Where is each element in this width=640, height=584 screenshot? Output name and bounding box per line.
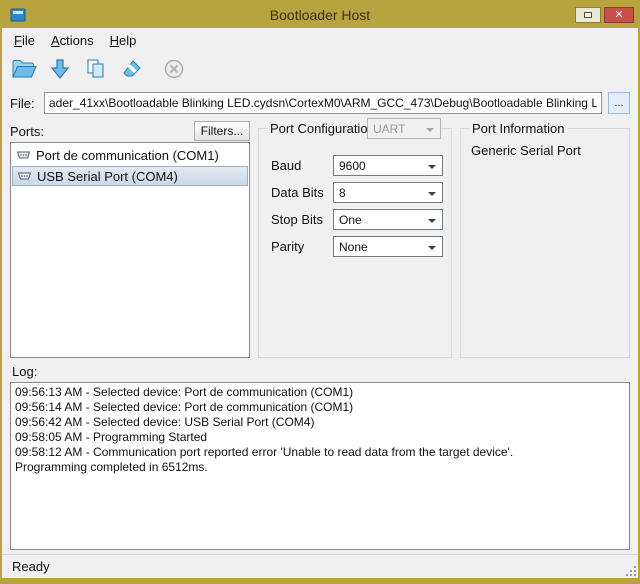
- ports-panel: Ports: Filters... Port de communication …: [10, 120, 250, 358]
- abort-button: [158, 55, 190, 87]
- ports-list[interactable]: Port de communication (COM1) USB Serial …: [10, 142, 250, 358]
- browse-button[interactable]: ...: [608, 92, 630, 114]
- verify-button[interactable]: [80, 55, 112, 87]
- protocol-select: UART: [367, 118, 441, 139]
- serial-port-icon: [16, 149, 31, 161]
- log-output[interactable]: 09:56:13 AM - Selected device: Port de c…: [10, 382, 630, 550]
- log-line: 09:58:12 AM - Communication port reporte…: [15, 445, 625, 460]
- abort-icon: [163, 58, 185, 85]
- log-line: 09:56:13 AM - Selected device: Port de c…: [15, 385, 625, 400]
- minimize-icon: [584, 12, 592, 18]
- stop-bits-label: Stop Bits: [271, 212, 333, 227]
- port-configuration-title: Port Configuration: [267, 121, 378, 136]
- file-label: File:: [10, 96, 38, 111]
- minimize-button[interactable]: [575, 7, 601, 23]
- stop-bits-select[interactable]: One: [333, 209, 443, 230]
- erase-button[interactable]: [116, 55, 148, 87]
- menu-help[interactable]: Help: [102, 30, 145, 51]
- menu-file[interactable]: File: [6, 30, 43, 51]
- parity-select[interactable]: None: [333, 236, 443, 257]
- copy-pages-icon: [85, 58, 107, 85]
- status-bar: Ready: [2, 554, 638, 578]
- open-file-button[interactable]: [8, 55, 40, 87]
- ports-label: Ports:: [10, 124, 44, 139]
- baud-select[interactable]: 9600: [333, 155, 443, 176]
- menu-actions[interactable]: Actions: [43, 30, 102, 51]
- serial-port-icon: [17, 170, 32, 182]
- parity-label: Parity: [271, 239, 333, 254]
- baud-label: Baud: [271, 158, 333, 173]
- window-title: Bootloader Host: [2, 7, 638, 23]
- bootloader-host-window: Bootloader Host ✕ File Actions Help: [0, 0, 640, 584]
- port-information-title: Port Information: [469, 121, 568, 136]
- file-row: File: ...: [10, 92, 630, 114]
- log-label: Log:: [12, 364, 638, 379]
- open-folder-icon: [11, 58, 37, 85]
- resize-grip-icon[interactable]: [625, 565, 637, 577]
- port-configuration-group: Port Configuration UART Baud 9600 Data B…: [258, 128, 452, 358]
- port-item-label: USB Serial Port (COM4): [37, 169, 178, 184]
- status-text: Ready: [12, 559, 50, 574]
- port-information-group: Port Information Generic Serial Port: [460, 128, 630, 358]
- log-line: Programming completed in 6512ms.: [15, 460, 625, 475]
- data-bits-select[interactable]: 8: [333, 182, 443, 203]
- eraser-icon: [121, 58, 143, 85]
- toolbar: [2, 52, 638, 90]
- list-item-port-com4-selected[interactable]: USB Serial Port (COM4): [12, 166, 248, 186]
- data-bits-label: Data Bits: [271, 185, 333, 200]
- list-item-port-com1[interactable]: Port de communication (COM1): [12, 145, 248, 165]
- menu-bar: File Actions Help: [2, 28, 638, 52]
- log-line: 09:56:14 AM - Selected device: Port de c…: [15, 400, 625, 415]
- filters-button[interactable]: Filters...: [194, 121, 250, 141]
- title-bar[interactable]: Bootloader Host ✕: [2, 2, 638, 28]
- port-item-label: Port de communication (COM1): [36, 148, 219, 163]
- log-line: 09:56:42 AM - Selected device: USB Seria…: [15, 415, 625, 430]
- main-area: Ports: Filters... Port de communication …: [2, 120, 638, 358]
- program-button[interactable]: [44, 55, 76, 87]
- download-arrow-icon: [49, 58, 71, 85]
- log-line: 09:58:05 AM - Programming Started: [15, 430, 625, 445]
- file-path-input[interactable]: [44, 92, 602, 114]
- close-icon: ✕: [614, 10, 623, 21]
- close-button[interactable]: ✕: [604, 7, 634, 23]
